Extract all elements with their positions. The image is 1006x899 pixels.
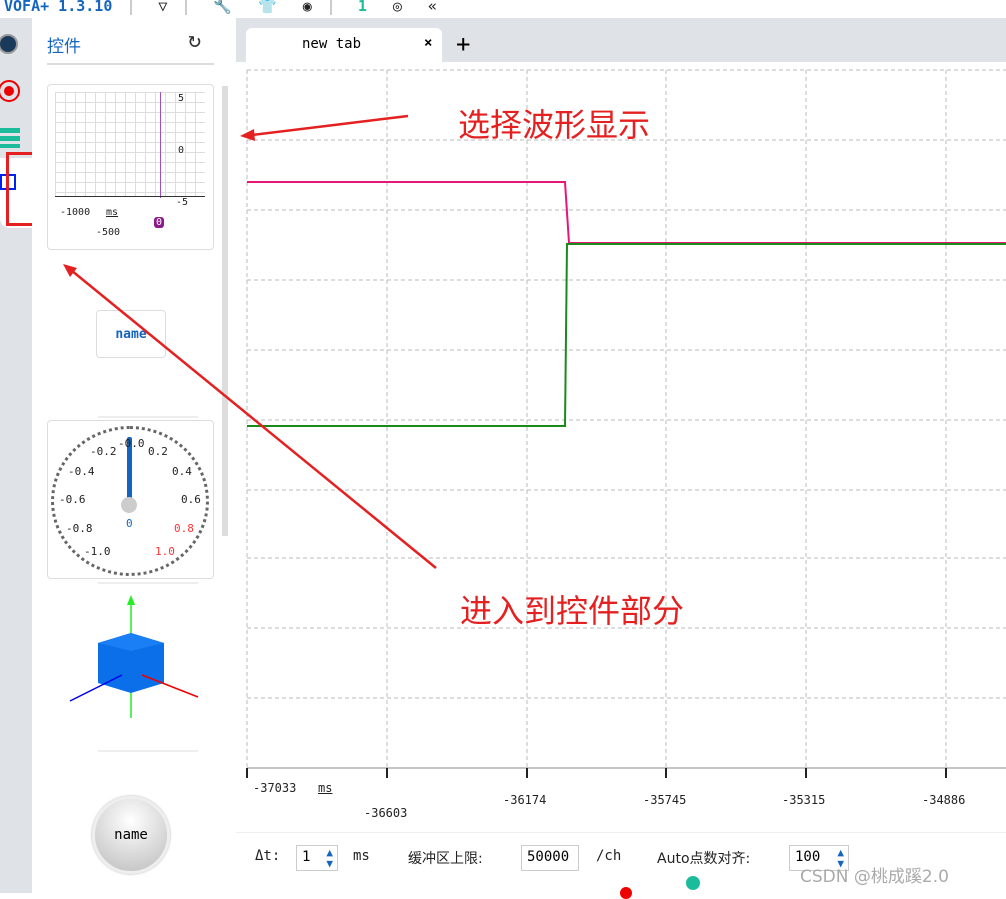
x-tick-label: -35315 <box>782 793 826 807</box>
button-widget[interactable]: name <box>96 310 166 358</box>
gauge-label: -1.0 <box>84 545 111 558</box>
x-ticks <box>246 768 947 778</box>
connect-icon[interactable] <box>0 34 18 54</box>
capture-icon[interactable]: ◉ <box>303 0 312 15</box>
panel-title: 控件 <box>47 37 81 57</box>
wrench-icon[interactable]: 🔧 <box>213 0 232 15</box>
add-tab-button[interactable]: + <box>456 30 470 58</box>
gauge-label: -0.2 <box>90 445 117 458</box>
divider <box>130 0 133 15</box>
y-tick: 5 <box>178 93 185 104</box>
x-tick: -500 <box>96 227 121 238</box>
close-icon[interactable]: × <box>424 35 432 51</box>
divider <box>47 63 214 65</box>
y-tick: 0 <box>178 145 185 156</box>
dt-unit: ms <box>353 848 370 864</box>
watermark: CSDN @桃成蹊2.0 <box>800 867 949 887</box>
divider <box>329 0 332 15</box>
grid <box>246 69 1006 768</box>
x-tick-label: -36603 <box>364 806 408 820</box>
dt-stepper[interactable]: 1 ▲ ▼ <box>296 845 338 871</box>
count-badge[interactable]: 1 <box>358 0 367 15</box>
gauge-label: 0.8 <box>174 522 194 535</box>
annotation-select: 选择波形显示 <box>458 106 651 144</box>
gauge-widget[interactable]: -0.0 -0.2 0.2 -0.4 0.4 -0.6 0.6 -0.8 0.8… <box>47 420 214 579</box>
divider <box>98 750 198 752</box>
annotation-enter: 进入到控件部分 <box>460 592 685 630</box>
series-ch2 <box>247 243 1006 427</box>
waveform-widget[interactable]: 5 0 -5 -1000 ms -500 0 <box>47 84 214 250</box>
gauge-label: 1.0 <box>155 545 175 558</box>
auto-align-label: Auto点数对齐: <box>657 851 751 867</box>
buffer-unit: /ch <box>596 848 622 864</box>
gauge-label: 0.6 <box>181 493 201 506</box>
collapse-icon[interactable]: « <box>428 0 437 15</box>
gauge-value: 0 <box>126 517 133 530</box>
waveform-plot[interactable] <box>236 62 1006 832</box>
divider <box>98 416 198 418</box>
scrollbar[interactable] <box>222 86 228 536</box>
x-tick-label: -34886 <box>922 793 966 807</box>
icon-bar <box>0 18 41 893</box>
series-ch1 <box>247 181 1006 244</box>
divider <box>98 582 198 584</box>
vofa-logo-icon[interactable]: ▽ <box>158 0 167 15</box>
cursor-badge: 0 <box>154 217 165 228</box>
gauge-hub <box>121 497 137 513</box>
top-toolbar: VOFA+ 1.3.10 ▽ 🔧 👕 ◉ 1 ◎ « <box>0 0 1006 18</box>
tab-label: new tab <box>302 36 362 52</box>
shirt-icon[interactable]: 👕 <box>258 0 277 15</box>
round-button-widget[interactable]: name <box>92 796 170 874</box>
buffer-input[interactable]: 50000 <box>521 845 579 871</box>
app-title: VOFA+ 1.3.10 <box>4 0 113 15</box>
gauge-label: -0.6 <box>59 493 86 506</box>
buffer-label: 缓冲区上限: <box>408 851 483 867</box>
attitude-cube-widget[interactable] <box>62 593 232 723</box>
x-tick-label: -35745 <box>643 793 687 807</box>
dt-label: Δt: <box>255 848 281 864</box>
y-tick: -5 <box>176 197 189 208</box>
tab-new-tab[interactable]: new tab × <box>246 28 442 62</box>
record-icon[interactable] <box>0 80 20 102</box>
slider-handle[interactable] <box>620 887 632 899</box>
gauge-label: -0.4 <box>68 465 95 478</box>
gauge-label: 0.4 <box>172 465 192 478</box>
x-tick-label: -37033 <box>253 781 297 795</box>
slider-handle[interactable] <box>686 876 700 890</box>
x-tick-label: -36174 <box>503 793 547 807</box>
cursor-line <box>160 92 161 198</box>
x-unit: ms <box>106 207 119 218</box>
protocol-icon[interactable] <box>0 128 20 148</box>
x-unit: ms <box>318 781 333 795</box>
divider <box>185 0 188 15</box>
widgets-panel: 控件 ↻ 5 0 -5 -1000 ms -500 0 name -0.0 -0… <box>32 18 236 893</box>
gauge-label: 0.2 <box>148 445 168 458</box>
divider <box>236 832 1006 833</box>
gauge-label: -0.0 <box>118 437 145 450</box>
mini-grid <box>55 92 205 196</box>
fingerprint-icon[interactable]: ◎ <box>393 0 402 15</box>
gauge-label: -0.8 <box>66 522 93 535</box>
refresh-icon[interactable]: ↻ <box>188 28 201 53</box>
x-tick: -1000 <box>60 207 91 218</box>
